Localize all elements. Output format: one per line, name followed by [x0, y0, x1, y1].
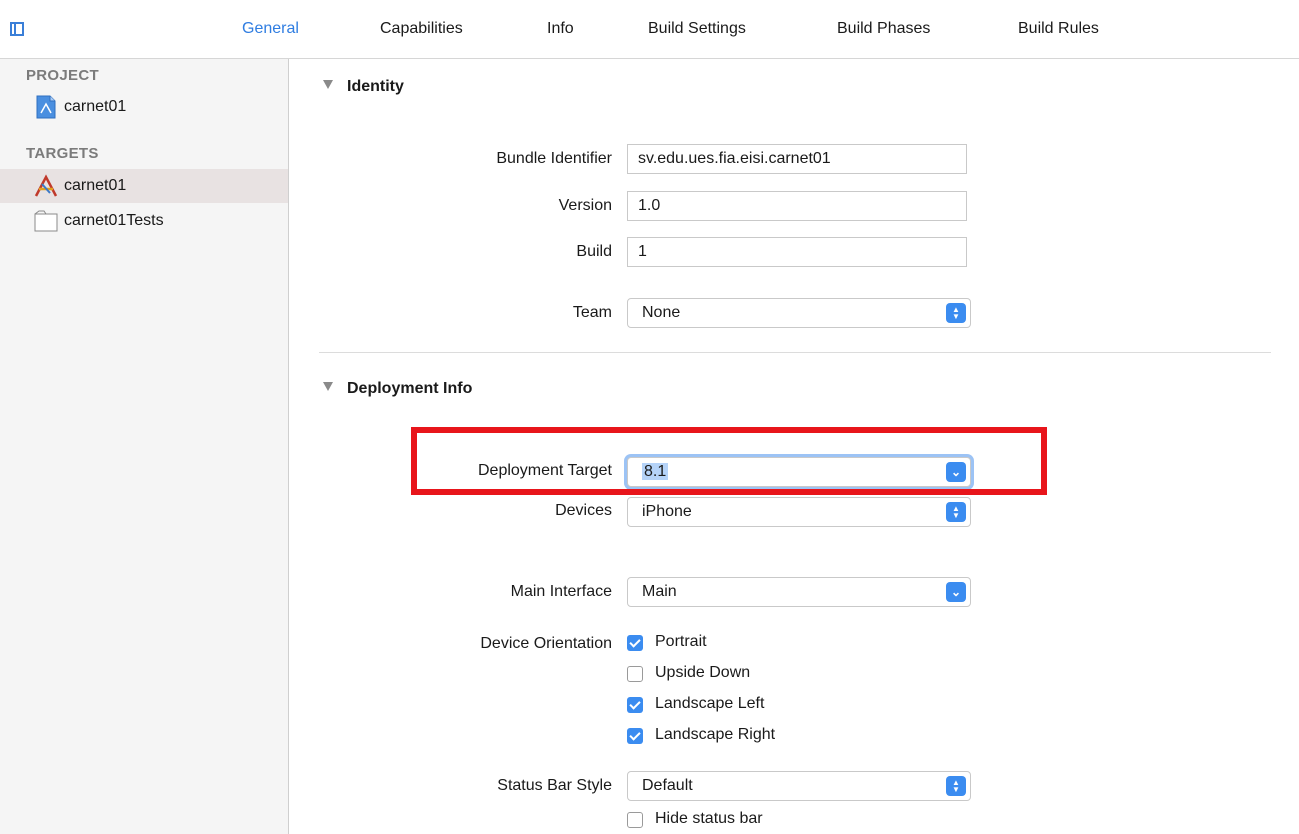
app-target-icon — [34, 174, 58, 197]
checkbox-checked-icon — [627, 728, 643, 744]
deployment-target-popup[interactable]: 8.1 ⌄ — [627, 457, 971, 487]
checkbox-label: Upside Down — [655, 664, 751, 681]
main-interface-value: Main — [642, 583, 677, 600]
main-interface-combo[interactable]: Main ⌄ — [627, 577, 971, 607]
version-field[interactable]: 1.0 — [627, 191, 967, 221]
editor-tab-bar: General Capabilities Info Build Settings… — [0, 0, 1299, 59]
sidebar-item-project-carnet01[interactable]: carnet01 — [0, 90, 288, 124]
sidebar-item-target-carnet01[interactable]: carnet01 — [0, 169, 288, 203]
device-orientation-label: Device Orientation — [480, 635, 612, 652]
devices-label: Devices — [555, 502, 612, 519]
updown-chevron-icon: ▲ ▼ — [946, 502, 966, 522]
sidebar-toggle-icon[interactable] — [10, 22, 24, 36]
tab-capabilities[interactable]: Capabilities — [380, 18, 463, 40]
deployment-info-section-title[interactable]: Deployment Info — [323, 380, 472, 398]
bundle-identifier-field[interactable]: sv.edu.ues.fia.eisi.carnet01 — [627, 144, 967, 174]
general-settings-pane: Identity Bundle Identifier sv.edu.ues.fi… — [289, 59, 1299, 834]
project-file-icon — [36, 95, 56, 119]
team-label: Team — [572, 304, 612, 321]
sidebar-item-label: carnet01 — [64, 98, 127, 115]
checkbox-label: Landscape Right — [655, 726, 776, 743]
disclosure-triangle-icon[interactable] — [323, 80, 333, 90]
section-divider — [319, 352, 1271, 353]
status-bar-style-label: Status Bar Style — [497, 777, 612, 794]
updown-chevron-icon: ▲ ▼ — [946, 776, 966, 796]
deployment-target-value: 8.1 — [642, 463, 669, 480]
tab-build-settings[interactable]: Build Settings — [648, 18, 746, 40]
checkbox-checked-icon — [627, 697, 643, 713]
team-popup-value: None — [642, 304, 681, 321]
sidebar-item-target-carnet01tests[interactable]: carnet01Tests — [0, 204, 288, 238]
checkbox-unchecked-icon — [627, 666, 643, 682]
tab-build-phases[interactable]: Build Phases — [837, 18, 930, 40]
project-navigator: PROJECT carnet01 TARGETS carnet01 carnet… — [0, 59, 289, 834]
tab-build-rules[interactable]: Build Rules — [1018, 18, 1099, 40]
build-label: Build — [576, 243, 612, 260]
disclosure-triangle-icon[interactable] — [323, 382, 333, 392]
checkbox-label: Portrait — [655, 633, 707, 650]
sidebar-item-label: carnet01 — [64, 177, 127, 194]
version-label: Version — [558, 197, 612, 214]
tab-info[interactable]: Info — [547, 18, 574, 40]
build-field[interactable]: 1 — [627, 237, 967, 267]
status-bar-style-popup[interactable]: Default ▲ ▼ — [627, 771, 971, 801]
project-section-header: PROJECT — [26, 67, 99, 84]
test-bundle-icon — [34, 210, 58, 232]
bundle-identifier-label: Bundle Identifier — [496, 150, 612, 167]
status-bar-style-value: Default — [642, 777, 693, 794]
deployment-title-text: Deployment Info — [347, 380, 473, 397]
chevron-down-icon: ⌄ — [946, 582, 966, 602]
checkbox-label: Landscape Left — [655, 695, 765, 712]
checkbox-unchecked-icon — [627, 812, 643, 828]
sidebar-item-label: carnet01Tests — [64, 212, 164, 229]
identity-section-title[interactable]: Identity — [323, 78, 404, 96]
chevron-down-icon: ⌄ — [946, 462, 966, 482]
identity-title-text: Identity — [347, 78, 404, 95]
deployment-target-label: Deployment Target — [478, 462, 612, 479]
targets-section-header: TARGETS — [26, 145, 99, 162]
devices-popup-value: iPhone — [642, 503, 692, 520]
checkbox-checked-icon — [627, 635, 643, 651]
tab-general[interactable]: General — [242, 18, 299, 40]
team-popup[interactable]: None ▲ ▼ — [627, 298, 971, 328]
updown-chevron-icon: ▲ ▼ — [946, 303, 966, 323]
checkbox-label: Hide status bar — [655, 810, 763, 827]
main-interface-label: Main Interface — [510, 583, 612, 600]
devices-popup[interactable]: iPhone ▲ ▼ — [627, 497, 971, 527]
